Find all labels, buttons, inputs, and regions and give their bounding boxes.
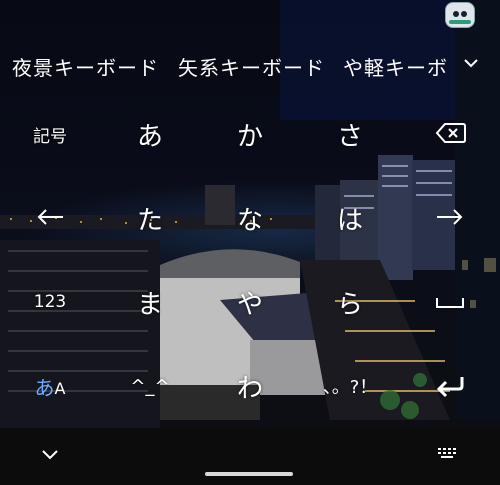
- chevron-down-icon[interactable]: [462, 54, 480, 72]
- key-na[interactable]: な: [225, 196, 275, 240]
- key-ka[interactable]: か: [225, 112, 275, 156]
- arrow-left-icon: [37, 209, 63, 225]
- key-sa[interactable]: さ: [325, 112, 375, 156]
- mode-alpha-label: A: [54, 378, 66, 398]
- key-ra[interactable]: ら: [325, 280, 375, 324]
- keyboard-mascot-icon[interactable]: [445, 2, 475, 28]
- candidate-bar: 夜景キーボード 矢系キーボード や軽キーボ: [0, 38, 500, 94]
- dakuten-key[interactable]: ^_^: [125, 366, 175, 406]
- candidate-1[interactable]: 夜景キーボード: [12, 52, 159, 81]
- chevron-down-icon[interactable]: [40, 448, 60, 462]
- enter-icon: [436, 377, 464, 398]
- space-icon: [436, 298, 464, 308]
- candidate-3[interactable]: や軽キーボ: [343, 52, 448, 81]
- input-mode-key[interactable]: あA: [25, 366, 75, 406]
- punctuation-key[interactable]: 、。?！: [320, 366, 380, 406]
- navigation-bar: [0, 428, 500, 485]
- arrow-right-icon: [437, 209, 463, 225]
- keyboard-icon[interactable]: [437, 447, 457, 461]
- key-ha[interactable]: は: [325, 196, 375, 240]
- key-ya[interactable]: や: [225, 280, 275, 324]
- cursor-right-key[interactable]: [430, 200, 470, 234]
- enter-key[interactable]: [430, 370, 470, 402]
- mode-kana-label: あ: [34, 375, 55, 400]
- key-ma[interactable]: ま: [125, 280, 175, 324]
- home-handle[interactable]: [205, 472, 293, 476]
- number-mode-key[interactable]: 123: [25, 282, 75, 322]
- backspace-icon: [435, 123, 466, 143]
- key-ta[interactable]: た: [125, 196, 175, 240]
- key-wa[interactable]: わ: [225, 364, 275, 408]
- candidate-2[interactable]: 矢系キーボード: [178, 52, 325, 81]
- space-key[interactable]: [430, 288, 470, 316]
- symbols-key[interactable]: 記号: [25, 114, 75, 154]
- cursor-left-key[interactable]: [30, 200, 70, 234]
- backspace-key[interactable]: [432, 118, 470, 148]
- key-a[interactable]: あ: [125, 112, 175, 156]
